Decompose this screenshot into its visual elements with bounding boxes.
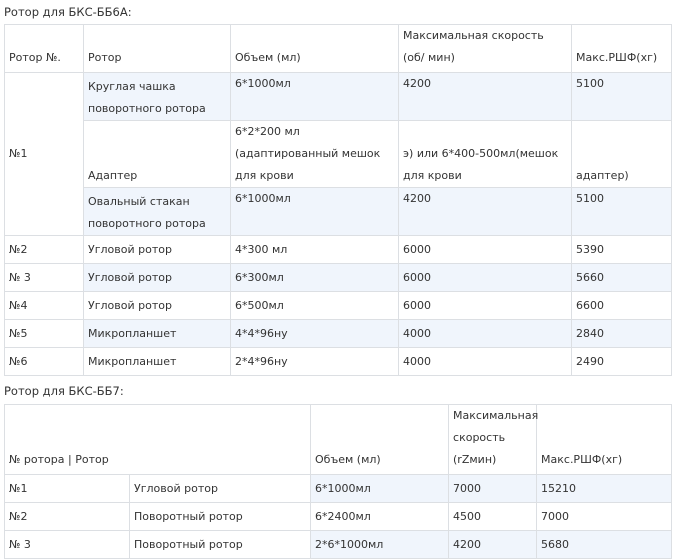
cell-volume: 6*2400мл — [310, 502, 450, 531]
header-max-speed: Максимальная скорость (об/ мин) — [398, 24, 572, 73]
cell-rotor-num: №6 — [4, 347, 84, 376]
cell-rotor-num: №1 — [4, 474, 130, 503]
cell-speed: 6000 — [398, 235, 572, 264]
cell-volume: 2*6*1000мл — [310, 530, 450, 559]
cell-rotor: Угловой ротор — [83, 263, 231, 292]
table-row: №2 Поворотный ротор 6*2400мл 4500 7000 — [4, 502, 673, 531]
cell-rotor-num: №2 — [4, 502, 130, 531]
cell-rotor: Адаптер — [83, 120, 231, 188]
header-volume: Объем (мл) — [310, 404, 450, 475]
cell-rcf: 5660 — [571, 263, 672, 292]
cell-speed: 4000 — [398, 347, 572, 376]
header-rotor-num: Ротор №. — [4, 24, 84, 73]
cell-rotor: Угловой ротор — [128, 474, 312, 503]
cell-rotor: Поворотный ротор — [128, 502, 312, 531]
cell-rotor: Угловой ротор — [83, 291, 231, 320]
rotor-bks-bb7-caption: Ротор для БКС-ББ7: — [4, 384, 124, 398]
cell-rcf: 6600 — [571, 291, 672, 320]
rotor-table-bb7: № ротора | Ротор Объем (мл) Максимальная… — [3, 404, 673, 559]
rotor-bks-bb6a-caption: Ротор для БКС-ББ6А: — [4, 5, 132, 19]
cell-rcf: 5100 — [571, 72, 672, 121]
header-rotor-num-rotor: № ротора | Ротор — [3, 404, 312, 475]
cell-rcf: адаптер) — [571, 120, 672, 188]
cell-rotor: Круглая чашка поворотного ротора — [83, 72, 231, 121]
table-row: №1 Круглая чашка поворотного ротора 6*10… — [4, 72, 672, 236]
table-header-row: Ротор №. Ротор Объем (мл) Максимальная с… — [4, 24, 672, 73]
cell-rotor: Микропланшет — [83, 319, 231, 348]
header-max-speed: Максимальная скорость (rZмин) — [448, 404, 538, 475]
cell-rcf: 2840 — [571, 319, 672, 348]
cell-rotor-num: №4 — [4, 291, 84, 320]
cell-rotor-num: №2 — [4, 235, 84, 264]
table-row: Овальный стакан поворотного ротора 6*100… — [5, 187, 672, 236]
cell-speed: 4000 — [398, 319, 572, 348]
cell-speed: 4200 — [398, 72, 572, 121]
cell-speed: э) или 6*400-500мл(мешок для крови — [398, 120, 572, 188]
cell-speed: 4500 — [448, 502, 538, 531]
cell-volume: 6*300мл — [230, 263, 399, 292]
table-header-row: № ротора | Ротор Объем (мл) Максимальная… — [3, 404, 673, 475]
cell-rotor: Овальный стакан поворотного ротора — [83, 187, 231, 236]
table-row: №2 Угловой ротор 4*300 мл 6000 5390 — [4, 235, 672, 264]
cell-speed: 7000 — [448, 474, 538, 503]
table-row: № 3 Поворотный ротор 2*6*1000мл 4200 568… — [4, 530, 673, 559]
header-rotor: Ротор — [83, 24, 231, 73]
cell-rcf: 7000 — [536, 502, 673, 531]
cell-rotor-num: № 3 — [4, 263, 84, 292]
cell-volume: 4*4*96ну — [230, 319, 399, 348]
cell-rcf: 5680 — [536, 530, 673, 559]
rotor-table-bb6a: Ротор №. Ротор Объем (мл) Максимальная с… — [4, 24, 672, 376]
cell-volume: 6*2*200 мл (адаптированный мешок для кро… — [230, 120, 399, 188]
header-volume: Объем (мл) — [230, 24, 399, 73]
cell-volume: 6*500мл — [230, 291, 399, 320]
cell-rotor-num: № 3 — [4, 530, 130, 559]
cell-volume: 6*1000мл — [230, 72, 399, 121]
cell-volume: 6*1000мл — [310, 474, 450, 503]
header-max-rcf: Макс.РШФ(хг) — [536, 404, 673, 475]
cell-speed: 6000 — [398, 291, 572, 320]
cell-volume: 6*1000мл — [230, 187, 399, 236]
cell-rotor: Микропланшет — [83, 347, 231, 376]
cell-rcf: 2490 — [571, 347, 672, 376]
header-max-rcf: Макс.РШФ(хг) — [571, 24, 672, 73]
cell-volume: 4*300 мл — [230, 235, 399, 264]
cell-volume: 2*4*96ну — [230, 347, 399, 376]
table-row: №6 Микропланшет 2*4*96ну 4000 2490 — [4, 347, 672, 376]
cell-rcf: 15210 — [536, 474, 673, 503]
table-row: № 3 Угловой ротор 6*300мл 6000 5660 — [4, 263, 672, 292]
table-row: Адаптер 6*2*200 мл (адаптированный мешок… — [5, 120, 672, 188]
cell-speed: 4200 — [448, 530, 538, 559]
cell-rcf: 5390 — [571, 235, 672, 264]
table-row: №5 Микропланшет 4*4*96ну 4000 2840 — [4, 319, 672, 348]
cell-rotor: Угловой ротор — [83, 235, 231, 264]
table-row: №1 Угловой ротор 6*1000мл 7000 15210 — [4, 474, 673, 503]
cell-speed: 6000 — [398, 263, 572, 292]
cell-rotor: Поворотный ротор — [128, 530, 312, 559]
cell-rcf: 5100 — [571, 187, 672, 236]
table-row: №4 Угловой ротор 6*500мл 6000 6600 — [4, 291, 672, 320]
cell-speed: 4200 — [398, 187, 572, 236]
cell-rotor-num: №5 — [4, 319, 84, 348]
group-rotor-num: №1 — [4, 72, 84, 236]
